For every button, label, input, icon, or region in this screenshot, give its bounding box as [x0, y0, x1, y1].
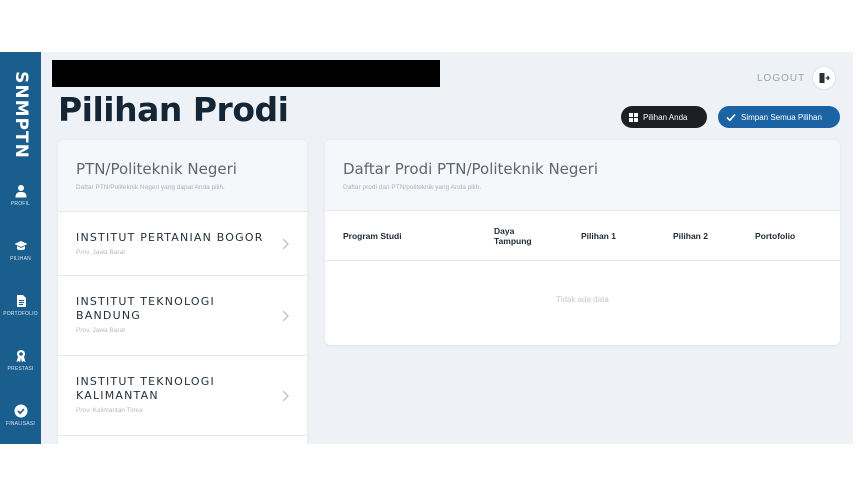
ptn-name: INSTITUT TEKNOLOGI BANDUNG	[76, 295, 215, 322]
user-icon	[15, 185, 26, 198]
sidebar-item-prestasi[interactable]: PRESTASI	[0, 345, 41, 391]
column-header-portofolio: Portofolio	[755, 230, 796, 241]
sidebar-item-profil[interactable]: PROFIL	[0, 180, 41, 226]
page-title: Pilihan Prodi	[58, 90, 289, 129]
ptn-list-item[interactable]: INSTITUT TEKNOLOGI KALIMANTAN Prov. Kali…	[58, 356, 307, 436]
graduation-cap-icon	[14, 241, 27, 251]
prodi-panel: Daftar Prodi PTN/Politeknik Negeri Dafta…	[325, 140, 840, 345]
pilihan-anda-label: Pilihan Anda	[643, 112, 688, 122]
logout-icon	[819, 73, 830, 83]
ptn-panel-header: PTN/Politeknik Negeri Daftar PTN/Politek…	[58, 140, 307, 212]
column-header-pilihan-1: Pilihan 1	[581, 230, 616, 241]
prodi-panel-subtitle: Daftar prodi dari PTN/politeknik yang An…	[343, 184, 482, 191]
ptn-panel-title: PTN/Politeknik Negeri	[76, 160, 237, 178]
brand-text: SNMPTN	[10, 71, 31, 159]
prodi-panel-header: Daftar Prodi PTN/Politeknik Negeri Dafta…	[325, 140, 840, 211]
pilihan-anda-button[interactable]: Pilihan Anda	[621, 106, 707, 128]
grid-icon	[629, 112, 638, 122]
ptn-list-item[interactable]: INSTITUT TEKNOLOGI BANDUNG Prov. Jawa Ba…	[58, 276, 307, 356]
logout-label: LOGOUT	[757, 72, 806, 84]
chevron-right-icon	[282, 310, 289, 321]
logout-control[interactable]: LOGOUT	[757, 66, 837, 90]
column-header-pilihan-2: Pilihan 2	[673, 230, 708, 241]
sidebar-item-portofolio[interactable]: PORTOFOLIO	[0, 290, 41, 336]
empty-table-message: Tidak ada data	[556, 295, 609, 304]
chevron-right-icon	[282, 238, 289, 249]
column-header-daya-tampung: Daya Tampung	[494, 225, 532, 246]
ptn-panel: PTN/Politeknik Negeri Daftar PTN/Politek…	[58, 140, 307, 444]
prodi-panel-title: Daftar Prodi PTN/Politeknik Negeri	[343, 160, 598, 178]
sidebar-item-label: PORTOFOLIO	[3, 311, 38, 317]
prodi-table-header: Program Studi Daya Tampung Pilihan 1 Pil…	[325, 211, 840, 261]
ptn-name: INSTITUT TEKNOLOGI KALIMANTAN	[76, 375, 215, 402]
sidebar-item-label: PROFIL	[10, 201, 31, 207]
ptn-province: Prov. Jawa Barat	[76, 327, 126, 334]
sidebar-item-finalisasi[interactable]: FINALISASI	[0, 400, 41, 444]
ptn-province: Prov. Jawa Barat	[76, 249, 126, 256]
redacted-bar	[52, 60, 440, 87]
sidebar-item-label: PILIHAN	[10, 256, 31, 262]
sidebar-item-pilihan[interactable]: PILIHAN	[0, 235, 41, 281]
sidebar-item-label: FINALISASI	[6, 421, 35, 427]
simpan-semua-pilihan-label: Simpan Semua Pilihan	[741, 112, 822, 122]
check-circle-icon	[14, 404, 27, 418]
ptn-province: Prov. Kalimantan Timur	[76, 407, 144, 414]
sidebar-item-label: PRESTASI	[7, 366, 34, 372]
brand-logo: SNMPTN	[0, 60, 41, 170]
sidebar: SNMPTN PROFIL PILIHAN PORTOFOLIO PRESTAS…	[0, 52, 41, 444]
award-icon	[16, 350, 25, 363]
column-header-program-studi: Program Studi	[343, 230, 402, 241]
ptn-panel-subtitle: Daftar PTN/Politeknik Negeri yang dapat …	[76, 184, 225, 191]
checkmark-icon	[726, 113, 736, 121]
chevron-right-icon	[282, 390, 289, 401]
simpan-semua-pilihan-button[interactable]: Simpan Semua Pilihan	[718, 106, 840, 128]
logout-button[interactable]	[812, 66, 837, 90]
ptn-name: INSTITUT PERTANIAN BOGOR	[76, 231, 264, 244]
app-window: SNMPTN PROFIL PILIHAN PORTOFOLIO PRESTAS…	[0, 52, 853, 444]
ptn-list-item[interactable]: INSTITUT PERTANIAN BOGOR Prov. Jawa Bara…	[58, 212, 307, 276]
document-icon	[16, 295, 26, 307]
